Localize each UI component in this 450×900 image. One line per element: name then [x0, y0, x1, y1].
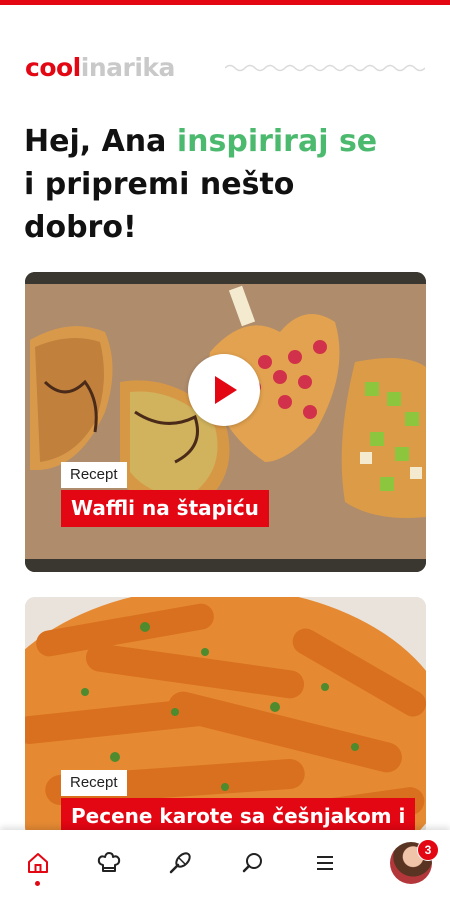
logo-part-cool: cool: [25, 53, 81, 82]
search-icon[interactable]: [240, 850, 266, 876]
top-accent-bar: [0, 0, 450, 5]
app-header: coolinarika: [25, 50, 425, 86]
logo-part-inarika: inarika: [80, 53, 176, 82]
card-tag-recept: Recept: [61, 462, 127, 488]
card-tag-recept-2: Recept: [61, 770, 127, 796]
play-video-button[interactable]: [188, 354, 260, 426]
play-icon: [215, 376, 237, 404]
menu-icon[interactable]: [312, 850, 338, 876]
greeting-line-3: dobro!: [24, 210, 137, 245]
greeting-line-2: i pripremi nešto: [24, 167, 295, 202]
card-title-waffles[interactable]: Waffli na štapiću: [61, 490, 269, 527]
whisk-icon[interactable]: [167, 850, 193, 876]
chef-hat-icon[interactable]: [96, 850, 122, 876]
home-icon[interactable]: [25, 850, 51, 876]
active-tab-indicator: [35, 881, 40, 886]
notification-badge: 3: [417, 839, 439, 861]
bottom-navigation: 3: [0, 830, 450, 900]
wavy-decoration: [225, 64, 425, 72]
greeting-accent: inspiriraj se: [176, 124, 378, 159]
greeting-heading: Hej, Ana inspiriraj se i pripremi nešto …: [24, 120, 434, 249]
coolinarika-logo[interactable]: coolinarika: [25, 50, 175, 86]
greeting-name: Hej, Ana: [24, 124, 177, 159]
